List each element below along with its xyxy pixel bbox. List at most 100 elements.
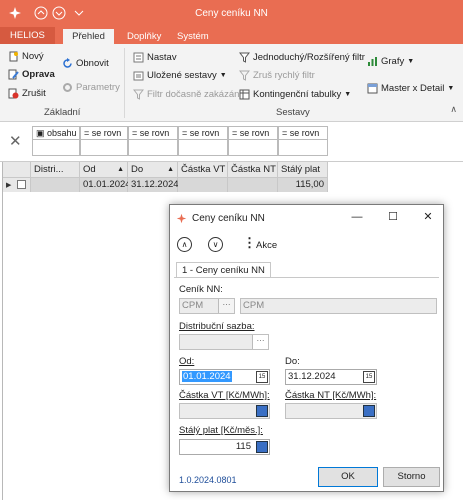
filter-operator-4[interactable]: = se rovn — [178, 126, 228, 140]
distribucni-sazba-field[interactable]: ··· — [179, 334, 269, 350]
distribucni-sazba-label: Distribuční sazba: — [179, 321, 255, 332]
akce-button[interactable]: Akce — [256, 240, 277, 251]
filter-value-4[interactable] — [178, 140, 228, 156]
tab-ceny-ceniku[interactable]: 1 - Ceny ceníku NN — [176, 262, 271, 278]
table-cell-od[interactable]: 01.01.2024 — [80, 178, 131, 192]
filter-operator-6[interactable]: = se rovn — [278, 126, 328, 140]
table-cell-do[interactable]: 31.12.2024 — [128, 178, 179, 192]
cenik-code-field[interactable]: CPM ··· — [179, 298, 235, 314]
jednoduchy-filtr-button[interactable]: Jednoduchý/Rozšířený filtr — [239, 52, 365, 63]
table-cell-distri[interactable] — [31, 178, 80, 192]
table-cell-castka-vt[interactable] — [178, 178, 228, 192]
filtr-docasne-button[interactable]: Filtr dočasně zakázán — [133, 89, 239, 100]
filter-operator-label: se rovn — [289, 128, 320, 138]
cenik-name-field[interactable]: CPM — [240, 298, 437, 314]
parameters-icon — [63, 83, 72, 92]
parametry-button[interactable]: Parametry — [62, 82, 120, 93]
filter-value-1[interactable] — [32, 140, 80, 156]
nastav-button[interactable]: Nastav — [133, 52, 177, 63]
delete-icon — [8, 88, 19, 99]
castka-nt-field[interactable] — [285, 403, 377, 419]
table-cell-staly-plat[interactable]: 115,00 — [278, 178, 328, 192]
filter-value-5[interactable] — [228, 140, 278, 156]
more-options-icon[interactable]: ⋮ — [243, 236, 256, 250]
filter-operator-label: obsahu — [47, 128, 77, 138]
tab-system[interactable]: Systém — [171, 29, 215, 44]
ulozene-sestavy-label: Uložené sestavy — [147, 70, 217, 81]
group-sestavy-label: Sestavy — [276, 107, 310, 118]
next-record-icon[interactable]: ∨ — [208, 237, 223, 252]
od-label-text: Od: — [179, 356, 195, 367]
filter-operator-3[interactable]: = se rovn — [128, 126, 178, 140]
filter-value-2[interactable] — [80, 140, 128, 156]
close-filter-icon[interactable]: ✕ — [9, 132, 22, 150]
chevron-down-icon: ▼ — [407, 58, 415, 65]
calendar-icon[interactable]: 15 — [256, 371, 268, 383]
dialog-title: Ceny ceníku NN — [192, 213, 265, 224]
staly-plat-field[interactable]: 115 — [179, 439, 270, 455]
filter-icon — [239, 52, 250, 63]
calculator-icon[interactable] — [256, 405, 268, 417]
maximize-button[interactable]: ☐ — [386, 210, 400, 224]
close-button[interactable]: ✕ — [421, 210, 435, 224]
filter-operator-1[interactable]: ▣ obsahu — [32, 126, 80, 140]
oprava-button[interactable]: Oprava — [8, 69, 55, 80]
staly-plat-value: 115 — [235, 441, 251, 452]
castka-vt-label: Částka VT [Kč/MWh]: — [179, 390, 270, 401]
grafy-button[interactable]: Grafy ▼ — [367, 56, 414, 67]
ulozene-sestavy-button[interactable]: Uložené sestavy ▼ — [133, 70, 227, 81]
kontingencni-tabulky-button[interactable]: Kontingenční tabulky ▼ — [239, 89, 351, 100]
previous-record-icon[interactable]: ∧ — [177, 237, 192, 252]
column-header-castka-vt[interactable]: Částka VT — [178, 162, 228, 178]
filter-operator-5[interactable]: = se rovn — [228, 126, 278, 140]
staly-plat-text: Stálý plat [Kč/měs.]: — [179, 425, 263, 436]
minimize-button[interactable]: — — [350, 210, 364, 224]
parametry-label: Parametry — [76, 82, 120, 93]
od-date-field[interactable]: 01.01.2024 15 — [179, 369, 270, 385]
do-date-field[interactable]: 31.12.2024 15 — [285, 369, 377, 385]
column-header-od[interactable]: Od ▲ — [80, 162, 128, 178]
lookup-button[interactable]: ··· — [218, 299, 234, 313]
filter-value-3[interactable] — [128, 140, 178, 156]
zrus-rychly-filtr-button[interactable]: Zruš rychlý filtr — [239, 70, 315, 81]
row-checkbox[interactable] — [17, 179, 27, 189]
tab-doplnky[interactable]: Doplňky — [121, 29, 167, 44]
obnovit-label: Obnovit — [76, 58, 109, 69]
sort-asc-icon: ▲ — [117, 166, 124, 173]
edit-icon — [8, 69, 19, 80]
novy-button[interactable]: Nový — [8, 51, 44, 62]
castka-nt-text: Částka NT [Kč/MWh]: — [285, 390, 377, 401]
app-titlebar: Ceny ceníku NN — [0, 0, 463, 27]
column-header-staly-plat[interactable]: Stálý plat — [278, 162, 328, 178]
zrusit-button[interactable]: Zrušit — [8, 88, 46, 99]
table-row-selector[interactable]: ▶ — [3, 178, 31, 192]
column-header-distri[interactable]: Distri... — [31, 162, 80, 178]
collapse-ribbon-icon[interactable]: ∧ — [450, 104, 457, 115]
calculator-icon[interactable] — [363, 405, 375, 417]
od-date-value: 01.01.2024 — [182, 371, 232, 382]
tab-helios[interactable]: HELIOS — [0, 27, 55, 44]
column-header-do[interactable]: Do ▲ — [128, 162, 178, 178]
obnovit-button[interactable]: Obnovit — [62, 58, 109, 69]
dialog-toolbar: ∧ ∨ ⋮ Akce — [170, 231, 443, 259]
grid-left-border — [2, 162, 3, 500]
filter-operator-2[interactable]: = se rovn — [80, 126, 128, 140]
castka-vt-field[interactable] — [179, 403, 270, 419]
calculator-icon[interactable] — [256, 441, 268, 453]
table-cell-castka-nt[interactable] — [228, 178, 278, 192]
calendar-icon[interactable]: 15 — [363, 371, 375, 383]
ribbon-panel: Nový Oprava Zrušit Obnovit Parametry Zák… — [0, 44, 463, 122]
tab-prehled[interactable]: Přehled — [63, 29, 114, 44]
filter-operator-label: se rovn — [91, 128, 122, 138]
column-header-castka-nt[interactable]: Částka NT — [228, 162, 278, 178]
zrusit-label: Zrušit — [22, 88, 46, 99]
cenik-label: Ceník NN: — [179, 284, 223, 295]
storno-button[interactable]: Storno — [383, 467, 440, 487]
master-detail-button[interactable]: Master x Detail ▼ — [367, 83, 454, 94]
ok-button[interactable]: OK — [318, 467, 378, 487]
chevron-down-icon: ▼ — [219, 72, 227, 79]
new-document-icon — [9, 51, 18, 62]
lookup-button[interactable]: ··· — [252, 335, 268, 349]
filter-value-6[interactable] — [278, 140, 328, 156]
sort-asc-icon: ▲ — [167, 166, 174, 173]
